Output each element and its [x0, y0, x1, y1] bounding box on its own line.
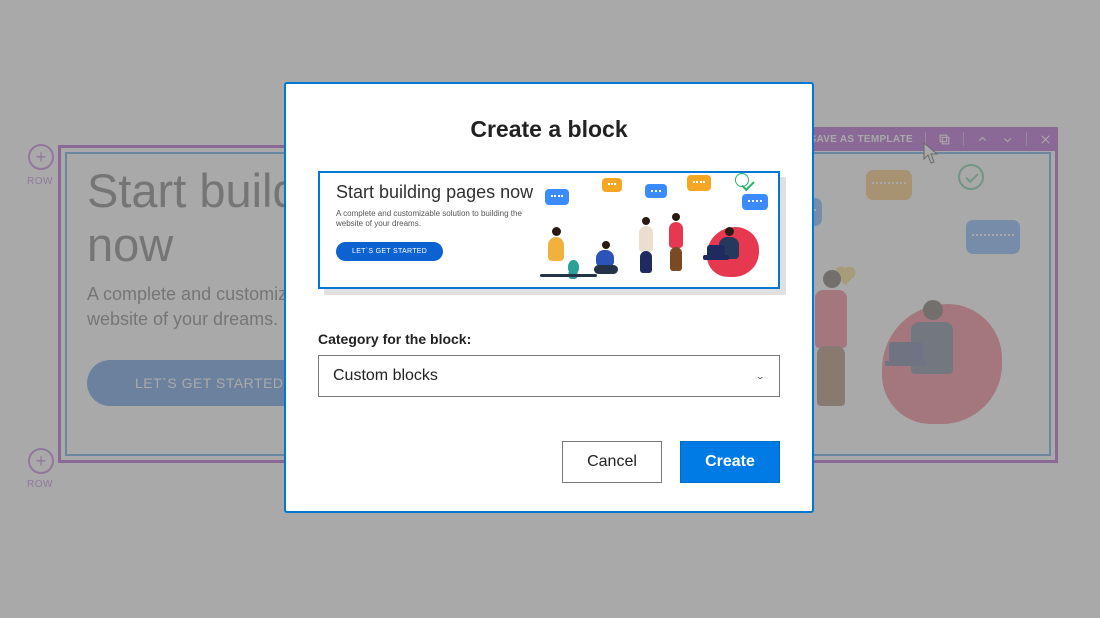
category-select[interactable]: Custom blocks ⌄ — [318, 355, 780, 397]
create-button[interactable]: Create — [680, 441, 780, 483]
preview-title: Start building pages now — [336, 183, 534, 203]
block-preview[interactable]: Start building pages now A complete and … — [318, 171, 780, 289]
chevron-down-icon: ⌄ — [755, 371, 765, 381]
modal-title: Create a block — [318, 116, 780, 143]
modal-actions: Cancel Create — [318, 441, 780, 483]
preview-cta-button: LET`S GET STARTED — [336, 242, 443, 261]
category-select-value: Custom blocks — [333, 367, 438, 385]
category-field-label: Category for the block: — [318, 331, 780, 347]
create-block-modal: Create a block Start building pages now … — [284, 82, 814, 513]
preview-illustration — [540, 173, 778, 287]
preview-subtitle: A complete and customizable solution to … — [336, 209, 534, 230]
cancel-button[interactable]: Cancel — [562, 441, 662, 483]
